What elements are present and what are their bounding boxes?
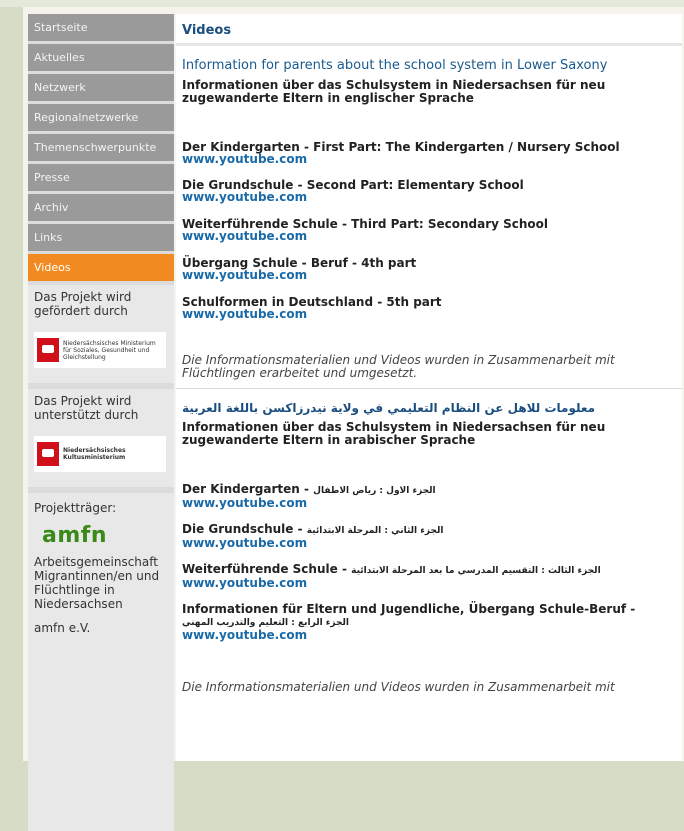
video-title-ar: الجزء الرابع : التعليم والتدريب المهني <box>182 618 349 628</box>
support-box: Das Projekt wird unterstützt durch Niede… <box>28 389 174 487</box>
video-link[interactable]: www.youtube.com <box>182 153 676 165</box>
video-link[interactable]: www.youtube.com <box>182 191 676 203</box>
video-link[interactable]: www.youtube.com <box>182 308 676 320</box>
lower-saxony-crest-icon <box>37 442 59 466</box>
nav-item-archiv[interactable]: Archiv <box>28 194 174 221</box>
sponsor-box: Projektträger: amfn Arbeitsgemeinschaft … <box>28 493 174 831</box>
nav-item-presse[interactable]: Presse <box>28 164 174 191</box>
sidebar: Startseite Aktuelles Netzwerk Regionalne… <box>28 14 174 831</box>
video-title: Informationen für Eltern und Jugendliche… <box>182 603 676 629</box>
video-title-ar: الجزء الثاني : المرحلة الابتدائية <box>306 526 444 536</box>
video-link[interactable]: www.youtube.com <box>182 269 676 281</box>
video-link[interactable]: www.youtube.com <box>182 577 676 589</box>
list-item: Informationen für Eltern und Jugendliche… <box>182 603 676 641</box>
title-divider <box>176 43 682 46</box>
lower-saxony-crest-icon <box>37 338 59 362</box>
top-strip <box>0 0 684 7</box>
video-title-de: Weiterführende Schule - <box>182 562 347 576</box>
video-title: Die Grundschule - الجزء الثاني : المرحلة… <box>182 523 676 537</box>
nav-item-videos[interactable]: Videos <box>28 254 174 281</box>
english-note: Die Informationsmaterialien und Videos w… <box>182 353 615 380</box>
main-nav: Startseite Aktuelles Netzwerk Regionalne… <box>28 14 174 281</box>
sponsor-org-short: amfn e.V. <box>34 621 91 635</box>
video-link[interactable]: www.youtube.com <box>182 629 676 641</box>
list-item: Schulformen in Deutschland - 5th part ww… <box>182 296 676 320</box>
ministry-social-logo[interactable]: Niedersächsisches Ministerium für Sozial… <box>34 332 166 368</box>
video-link[interactable]: www.youtube.com <box>182 537 676 549</box>
list-item: Übergang Schule - Beruf - 4th part www.y… <box>182 257 676 281</box>
list-item: Die Grundschule - الجزء الثاني : المرحلة… <box>182 523 676 549</box>
funding-text: Das Projekt wird gefördert durch <box>34 290 132 318</box>
nav-item-regionalnetzwerke[interactable]: Regionalnetzwerke <box>28 104 174 131</box>
list-item: Weiterführende Schule - الجزء الثالث : ا… <box>182 563 676 589</box>
funding-box: Das Projekt wird gefördert durch Nieders… <box>28 285 174 383</box>
video-title-ar: الجزء الاول : رياض الاطفال <box>313 486 436 496</box>
nav-item-aktuelles[interactable]: Aktuelles <box>28 44 174 71</box>
video-title-de: Der Kindergarten - <box>182 482 309 496</box>
support-text: Das Projekt wird unterstützt durch <box>34 394 139 422</box>
nav-item-startseite[interactable]: Startseite <box>28 14 174 41</box>
list-item: Der Kindergarten - First Part: The Kinde… <box>182 141 676 165</box>
page-title: Videos <box>182 23 232 38</box>
video-title: Weiterführende Schule - الجزء الثالث : ا… <box>182 563 676 577</box>
arabic-note: Die Informationsmaterialien und Videos w… <box>182 680 615 694</box>
amfn-logo[interactable]: amfn <box>42 525 168 547</box>
video-link[interactable]: www.youtube.com <box>182 497 676 509</box>
nav-item-links[interactable]: Links <box>28 224 174 251</box>
english-section-title: Information for parents about the school… <box>182 58 608 73</box>
arabic-intro: Informationen über das Schulsystem in Ni… <box>182 420 606 447</box>
ministry-culture-logo[interactable]: Niedersächsisches Kultusministerium <box>34 436 166 472</box>
ministry-culture-logo-text: Niedersächsisches Kultusministerium <box>63 447 126 461</box>
nav-item-netzwerk[interactable]: Netzwerk <box>28 74 174 101</box>
english-intro: Informationen über das Schulsystem in Ni… <box>182 78 606 105</box>
sponsor-org-name: Arbeitsgemeinschaft Migrantinnen/en und … <box>34 555 160 611</box>
list-item: Weiterführende Schule - Third Part: Seco… <box>182 218 676 242</box>
ministry-social-logo-text: Niedersächsisches Ministerium für Sozial… <box>63 339 156 361</box>
list-item: Der Kindergarten - الجزء الاول : رياض ال… <box>182 483 676 509</box>
video-title: Der Kindergarten - الجزء الاول : رياض ال… <box>182 483 676 497</box>
sponsor-heading: Projektträger: <box>34 501 117 515</box>
arabic-section-title: معلومات للاهل عن النظام التعليمي في ولاي… <box>182 401 596 415</box>
section-divider <box>176 388 682 389</box>
list-item: Die Grundschule - Second Part: Elementar… <box>182 179 676 203</box>
main-content: Videos Information for parents about the… <box>176 14 682 761</box>
video-link[interactable]: www.youtube.com <box>182 230 676 242</box>
video-title-de: Informationen für Eltern und Jugendliche… <box>182 602 636 616</box>
nav-item-themenschwerpunkte[interactable]: Themenschwerpunkte <box>28 134 174 161</box>
video-title-ar: الجزء الثالث : التقسيم المدرسي ما بعد ال… <box>351 566 601 576</box>
video-title-de: Die Grundschule - <box>182 522 303 536</box>
